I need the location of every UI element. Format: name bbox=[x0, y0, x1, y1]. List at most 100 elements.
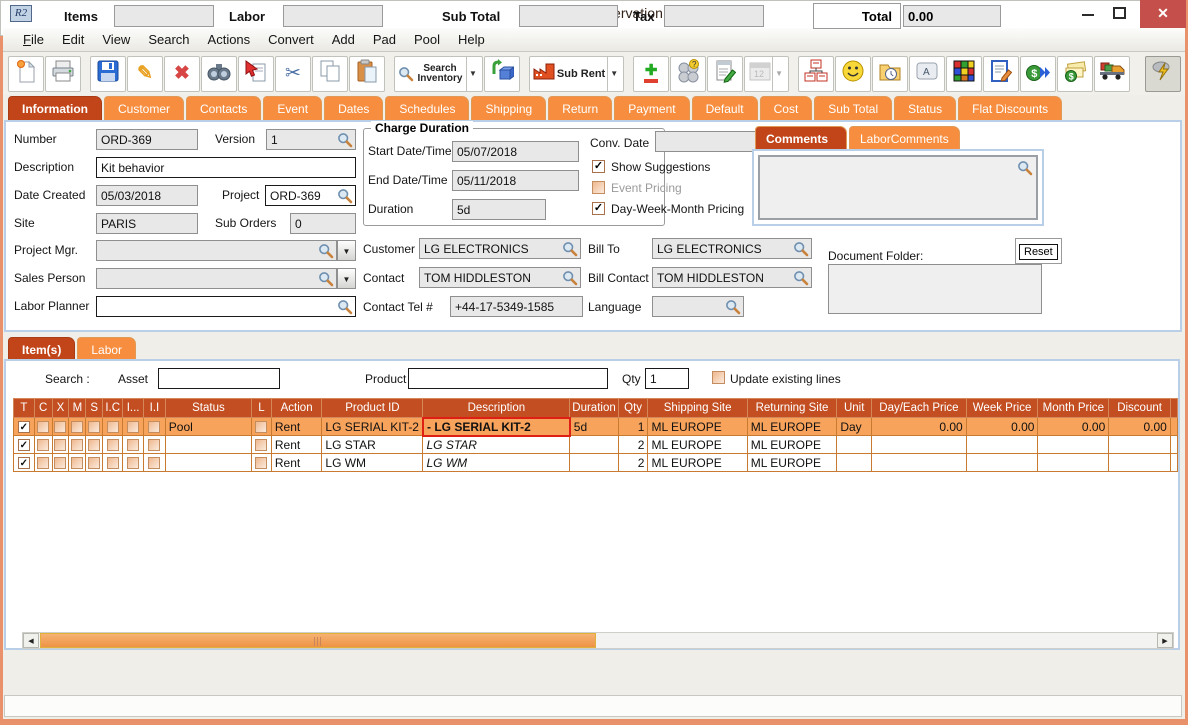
minimize-button[interactable] bbox=[1082, 14, 1094, 16]
cell-unit[interactable] bbox=[836, 435, 873, 454]
cell-day-each-price[interactable] bbox=[871, 435, 967, 454]
notes-button[interactable] bbox=[983, 55, 1020, 92]
row-checkbox[interactable] bbox=[127, 421, 140, 434]
project-mgr-dropdown[interactable]: ▼ bbox=[337, 240, 356, 261]
column-header-status[interactable]: Status bbox=[164, 398, 253, 418]
cell-qty[interactable]: 2 bbox=[617, 435, 649, 454]
row-checkbox[interactable] bbox=[148, 421, 161, 434]
cell-ii[interactable] bbox=[143, 417, 166, 436]
cell-c[interactable] bbox=[33, 417, 53, 436]
column-header-description[interactable]: Description bbox=[422, 398, 571, 418]
row-checkbox[interactable] bbox=[127, 457, 140, 470]
cell-x[interactable] bbox=[51, 453, 70, 472]
cell-m[interactable] bbox=[68, 453, 87, 472]
cell-week-price[interactable] bbox=[965, 453, 1039, 472]
row-checkbox[interactable]: ✓ bbox=[17, 421, 30, 434]
item-row[interactable]: ✓ Rent LG WM LG WM 2 ML EUROPE ML EUROPE bbox=[13, 453, 1179, 472]
cut-button[interactable]: ✂ bbox=[275, 55, 311, 92]
cell-duration[interactable] bbox=[569, 453, 619, 472]
sites-button[interactable] bbox=[798, 55, 835, 92]
cell-qty[interactable]: 1 bbox=[617, 417, 649, 436]
cell-t[interactable]: ✓ bbox=[13, 417, 35, 436]
column-header-action[interactable]: Action bbox=[270, 398, 323, 418]
menu-convert[interactable]: Convert bbox=[259, 32, 323, 47]
comments-search-icon[interactable] bbox=[1017, 160, 1033, 176]
cell-x[interactable] bbox=[51, 435, 70, 454]
cell-ii[interactable] bbox=[143, 453, 166, 472]
cell-product-id[interactable]: LG SERIAL KIT-2 bbox=[321, 417, 424, 436]
maximize-button[interactable] bbox=[1113, 7, 1126, 19]
scroll-left-button[interactable]: ◀ bbox=[23, 633, 39, 648]
cell-discount[interactable]: 0.00 bbox=[1108, 417, 1171, 436]
column-header-i[interactable]: I... bbox=[122, 398, 145, 418]
column-header-x[interactable]: X bbox=[51, 398, 70, 418]
save-button[interactable] bbox=[90, 55, 126, 92]
row-checkbox[interactable] bbox=[54, 421, 67, 434]
cell-l[interactable] bbox=[251, 417, 272, 436]
cell-c[interactable] bbox=[33, 435, 53, 454]
menu-edit[interactable]: Edit bbox=[53, 32, 93, 47]
cell-description[interactable]: LG WM bbox=[422, 453, 571, 472]
cell-s[interactable] bbox=[85, 435, 104, 454]
menu-file[interactable]: File bbox=[14, 32, 53, 47]
tab-payment[interactable]: Payment bbox=[614, 96, 690, 120]
document-folder-area[interactable] bbox=[828, 264, 1042, 314]
tab-event[interactable]: Event bbox=[263, 96, 323, 120]
row-checkbox[interactable] bbox=[106, 421, 119, 434]
row-checkbox[interactable] bbox=[148, 457, 161, 470]
cell-week-price[interactable]: 0.00 bbox=[965, 417, 1039, 436]
row-checkbox[interactable] bbox=[255, 457, 268, 470]
qty-input[interactable]: 1 bbox=[645, 368, 689, 389]
cell-discount[interactable] bbox=[1108, 435, 1171, 454]
column-header-month-price[interactable]: Month Price bbox=[1037, 398, 1110, 418]
tab-sub-total[interactable]: Sub Total bbox=[814, 96, 893, 120]
cell-x[interactable] bbox=[51, 417, 70, 436]
cell-month-price[interactable]: 0.00 bbox=[1037, 417, 1110, 436]
convert-button[interactable] bbox=[483, 55, 520, 92]
cell-duration[interactable] bbox=[569, 435, 619, 454]
comments-textarea[interactable] bbox=[758, 155, 1038, 220]
menu-search[interactable]: Search bbox=[139, 32, 198, 47]
column-header-s[interactable]: S bbox=[85, 398, 104, 418]
copy-button[interactable] bbox=[312, 55, 348, 92]
new-button[interactable] bbox=[8, 55, 44, 92]
dwm-pricing-checkbox[interactable]: ✓ bbox=[592, 202, 605, 215]
print-button[interactable] bbox=[45, 55, 81, 92]
add-remove-button[interactable]: ✚ bbox=[633, 55, 670, 92]
cell-l[interactable] bbox=[251, 453, 272, 472]
row-checkbox[interactable] bbox=[127, 439, 140, 452]
column-header-m[interactable]: M bbox=[68, 398, 87, 418]
project-field[interactable]: ORD-369 bbox=[265, 185, 356, 206]
search-inventory-button[interactable]: Search Inventory ▼ bbox=[394, 55, 483, 92]
row-checkbox[interactable]: ✓ bbox=[17, 439, 30, 452]
cell-t[interactable]: ✓ bbox=[13, 453, 35, 472]
tab-labor[interactable]: Labor bbox=[77, 337, 137, 361]
row-checkbox[interactable] bbox=[106, 457, 119, 470]
cell-m[interactable] bbox=[68, 435, 87, 454]
menu-pool[interactable]: Pool bbox=[405, 32, 449, 47]
quick-action-button[interactable] bbox=[1145, 55, 1182, 92]
column-header-day-each-price[interactable]: Day/Each Price bbox=[871, 398, 967, 418]
row-checkbox[interactable] bbox=[88, 421, 101, 434]
sales-person-search-icon[interactable] bbox=[318, 271, 334, 287]
cell-returning-site[interactable]: ML EUROPE bbox=[746, 453, 838, 472]
tab-flat-discounts[interactable]: Flat Discounts bbox=[958, 96, 1063, 120]
cell-duration[interactable]: 5d bbox=[569, 417, 619, 436]
row-checkbox[interactable] bbox=[71, 439, 84, 452]
row-checkbox[interactable] bbox=[88, 439, 101, 452]
column-header-i-c[interactable]: I.C bbox=[102, 398, 124, 418]
cell-idot[interactable] bbox=[122, 453, 145, 472]
cell-unit[interactable]: Day bbox=[836, 417, 873, 436]
shortcut-key-button[interactable]: A bbox=[909, 55, 946, 92]
tab-comments[interactable]: Comments bbox=[755, 126, 847, 149]
row-checkbox[interactable] bbox=[71, 421, 84, 434]
column-header-discount[interactable]: Discount bbox=[1108, 398, 1171, 418]
menu-view[interactable]: View bbox=[93, 32, 139, 47]
cell-month-price[interactable] bbox=[1037, 435, 1110, 454]
row-checkbox[interactable] bbox=[37, 439, 50, 452]
cell-month-price[interactable] bbox=[1037, 453, 1110, 472]
cell-ic[interactable] bbox=[102, 435, 124, 454]
cell-returning-site[interactable]: ML EUROPE bbox=[746, 435, 838, 454]
delivery-button[interactable] bbox=[1094, 55, 1131, 92]
cell-day-each-price[interactable] bbox=[871, 453, 967, 472]
